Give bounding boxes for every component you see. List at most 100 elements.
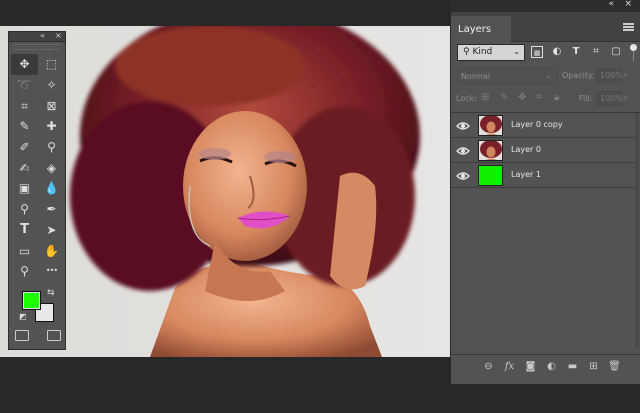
link-icon[interactable]: ⊖	[478, 361, 499, 372]
filter-smart-object-icon[interactable]: ▢	[610, 46, 622, 58]
mask-icon[interactable]: ◙	[520, 361, 541, 372]
layer-name: Layer 0 copy	[511, 120, 563, 129]
lasso-tool[interactable]: ➰	[11, 75, 38, 96]
hand-tool[interactable]: ✋	[38, 240, 65, 261]
tools-panel-header[interactable]: « ×	[9, 31, 65, 42]
panel-menu-icon[interactable]	[623, 23, 634, 31]
filter-adjustment-icon[interactable]: ◐	[551, 46, 563, 58]
eye-icon[interactable]	[456, 168, 470, 182]
more-tools[interactable]: •••	[38, 261, 65, 282]
brush-icon: ✐	[19, 140, 30, 155]
opacity-field[interactable]: 100%	[596, 68, 623, 83]
healing-tool[interactable]: ✚	[38, 116, 65, 137]
filter-shape-icon[interactable]: ⌗	[590, 46, 602, 58]
lock-artboard-icon[interactable]: ⌗	[536, 92, 542, 103]
blend-row: Normal ⌄ Opacity: 100% ›	[451, 67, 640, 85]
folder-icon[interactable]: ▬	[562, 361, 583, 372]
tools-panel-grip[interactable]	[15, 44, 59, 50]
path-select-tool[interactable]: ➤	[38, 220, 65, 241]
opacity-dropdown-icon[interactable]: ›	[624, 70, 627, 79]
filter-kind-select[interactable]: ⚲ Kind ⌄	[457, 44, 525, 61]
arrow-icon: ➤	[46, 222, 57, 237]
adjustment-icon[interactable]: ◐	[541, 361, 562, 372]
lock-row: Lock: ⊞ ✎ ✥ ⌗ 🔒︎ Fill: 100% ›	[451, 91, 640, 107]
layer-thumbnail	[478, 115, 503, 136]
type-tool[interactable]: T	[11, 220, 38, 241]
eye-icon[interactable]	[456, 143, 470, 157]
default-colors-icon[interactable]: ◩	[19, 312, 27, 321]
stamp-tool[interactable]: ⚲	[38, 137, 65, 158]
eye-icon[interactable]	[456, 118, 470, 132]
canvas-photo	[0, 26, 450, 357]
shape-tool[interactable]: ▭	[11, 240, 38, 261]
photoshop-window: « × ✥ ⬚ ➰ ✧ ⌗ ⊠ ✎ ✚ ✐ ⚲ ✍ ◈ ▣ 💧 ⚲ ✒ T ➤ ▭ ✋ ⚲ ••• ⇆ ◩ « × Lay…	[0, 0, 640, 413]
layer-row[interactable]: Layer 0	[451, 138, 635, 163]
fx-icon[interactable]: fx	[499, 361, 520, 372]
blend-mode-value: Normal	[461, 72, 490, 81]
layers-scrollbar[interactable]	[635, 113, 639, 348]
gradient-tool[interactable]: ▣	[11, 178, 38, 199]
blur-tool[interactable]: 💧	[38, 178, 65, 199]
band-aid-icon: ✚	[46, 119, 57, 134]
chevron-down-icon: ⌄	[545, 71, 552, 80]
trash-icon[interactable]: 🗑︎	[604, 361, 625, 372]
zoom-tool[interactable]: ⚲	[11, 261, 38, 282]
blend-mode-select[interactable]: Normal ⌄	[457, 68, 557, 84]
zoom-icon: ⚲	[20, 264, 29, 279]
swap-colors-icon[interactable]: ⇆	[47, 288, 55, 298]
screen-mode-icon[interactable]	[47, 330, 61, 341]
crop-icon: ⌗	[21, 98, 28, 113]
close-icon[interactable]: ×	[624, 0, 632, 9]
filter-type-icon[interactable]: T	[570, 46, 582, 58]
magic-wand-tool[interactable]: ✧	[38, 75, 65, 96]
tool-grid: ✥ ⬚ ➰ ✧ ⌗ ⊠ ✎ ✚ ✐ ⚲ ✍ ◈ ▣ 💧 ⚲ ✒ T ➤ ▭ ✋ ⚲ •••	[9, 52, 65, 282]
filter-toggle-icon[interactable]	[630, 44, 637, 62]
lock-position-icon[interactable]: ✥	[518, 92, 526, 103]
document-canvas[interactable]	[0, 26, 450, 357]
crop-tool[interactable]: ⌗	[11, 95, 38, 116]
layer-row[interactable]: Layer 1	[451, 163, 635, 188]
gradient-icon: ▣	[18, 181, 31, 196]
dodge-tool[interactable]: ⚲	[11, 199, 38, 220]
lock-pixels-icon[interactable]: ✎	[500, 92, 508, 103]
fill-dropdown-icon[interactable]: ›	[624, 93, 627, 102]
layers-panel-tabbar: Layers	[451, 12, 640, 42]
layers-bottom-toolbar: ⊖ fx ◙ ◐ ▬ ⊞ 🗑︎	[451, 354, 640, 378]
close-icon[interactable]: ×	[55, 31, 62, 40]
tools-panel: « × ✥ ⬚ ➰ ✧ ⌗ ⊠ ✎ ✚ ✐ ⚲ ✍ ◈ ▣ 💧 ⚲ ✒ T ➤ ▭ ✋ ⚲ ••• ⇆ ◩	[8, 31, 66, 350]
fill-field[interactable]: 100%	[596, 91, 623, 106]
layer-thumbnail	[478, 165, 503, 186]
filter-kind-label: Kind	[472, 47, 493, 57]
history-brush-tool[interactable]: ✍	[11, 157, 38, 178]
layer-row[interactable]: Layer 0 copy	[451, 113, 635, 138]
layer-filter-row: ⚲ Kind ⌄ ▦ ◐ T ⌗ ▢	[451, 44, 640, 62]
move-tool[interactable]: ✥	[11, 54, 38, 75]
frame-tool[interactable]: ⊠	[38, 95, 65, 116]
marquee-tool[interactable]: ⬚	[38, 54, 65, 75]
brush-tool[interactable]: ✐	[11, 137, 38, 158]
lock-all-icon[interactable]: 🔒︎	[554, 92, 559, 103]
ellipsis-icon: •••	[45, 266, 58, 276]
color-swatches: ⇆ ◩	[19, 288, 63, 322]
eraser-tool[interactable]: ◈	[38, 157, 65, 178]
quick-mask-icon[interactable]	[15, 330, 29, 341]
new-layer-icon[interactable]: ⊞	[583, 361, 604, 372]
chevron-down-icon: ⌄	[513, 47, 520, 56]
tab-layers[interactable]: Layers	[451, 16, 511, 42]
fill-label: Fill:	[579, 94, 593, 103]
stamp-icon: ⚲	[47, 140, 56, 155]
collapse-icon[interactable]: «	[608, 0, 614, 9]
filter-pixel-icon[interactable]: ▦	[531, 46, 543, 58]
lock-transparency-icon[interactable]: ⊞	[481, 92, 489, 103]
opacity-label: Opacity:	[562, 71, 595, 80]
tools-bottom-row	[15, 330, 61, 344]
layer-thumbnail	[478, 140, 503, 161]
frame-icon: ⊠	[46, 98, 57, 113]
eyedropper-tool[interactable]: ✎	[11, 116, 38, 137]
history-brush-icon: ✍	[19, 160, 30, 175]
layers-panel-titlebar[interactable]: « ×	[451, 0, 640, 12]
foreground-color-swatch[interactable]	[22, 291, 41, 310]
pen-tool[interactable]: ✒	[38, 199, 65, 220]
rectangle-icon: ▭	[18, 243, 31, 258]
collapse-icon[interactable]: «	[40, 31, 45, 40]
